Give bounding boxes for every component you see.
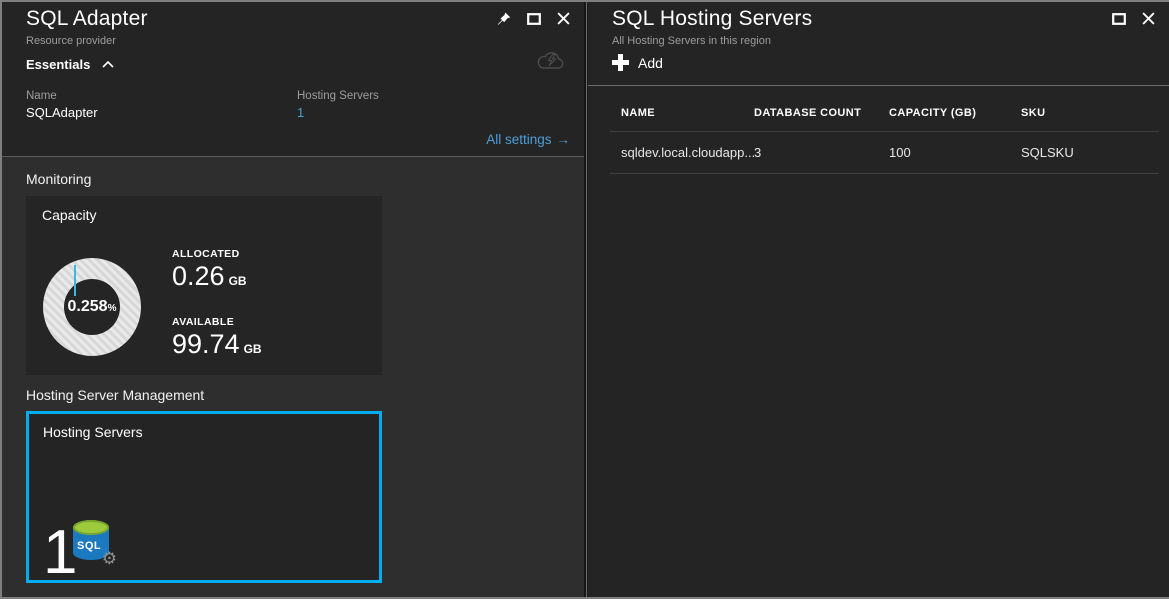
table-row[interactable]: sqldev.local.cloudapp.... 3 100 SQLSKU	[621, 132, 1159, 173]
column-header-sku: SKU	[1021, 102, 1159, 131]
all-settings-link[interactable]: All settings→	[486, 132, 570, 147]
cell-database-count[interactable]: 3	[754, 132, 889, 173]
blade-separator	[584, 2, 587, 597]
blade-title: SQL Hosting Servers	[612, 7, 812, 31]
maximize-icon[interactable]	[1111, 11, 1126, 26]
pin-icon[interactable]	[496, 11, 511, 26]
plus-icon	[612, 54, 629, 71]
blade-subtitle: Resource provider	[26, 35, 116, 47]
hosting-servers-tile[interactable]: Hosting Servers 1 SQL ⚙	[26, 411, 382, 583]
gear-icon: ⚙	[102, 551, 117, 568]
toolbar-divider	[588, 85, 1169, 86]
window-left-border	[0, 0, 2, 599]
table-divider	[610, 173, 1159, 174]
column-header-database-count: DATABASE COUNT	[754, 102, 889, 131]
sql-cylinder-top	[73, 520, 109, 535]
donut-usage-tick	[74, 265, 76, 296]
sql-database-icon: SQL ⚙	[73, 520, 109, 564]
field-label: Name	[26, 90, 98, 102]
field-value-link[interactable]: 1	[297, 105, 379, 120]
sql-hosting-servers-blade: SQL Hosting Servers All Hosting Servers …	[588, 2, 1169, 597]
close-icon[interactable]	[1141, 11, 1156, 26]
hosting-servers-table: NAME DATABASE COUNT CAPACITY (GB) SKU sq…	[621, 102, 1159, 174]
sql-adapter-blade: SQL Adapter Resource provider Essentials…	[2, 2, 584, 597]
cell-sku[interactable]: SQLSKU	[1021, 132, 1159, 173]
blade-subtitle: All Hosting Servers in this region	[612, 35, 771, 47]
allocated-value: 0.26GB	[172, 261, 247, 292]
allocated-metric: ALLOCATED 0.26GB	[172, 248, 247, 292]
field-label: Hosting Servers	[297, 90, 379, 102]
add-button[interactable]: Add	[612, 54, 663, 71]
capacity-tile[interactable]: Capacity 0.258% ALLOCATED 0.26GB AVAILAB…	[26, 196, 382, 375]
cell-server-name[interactable]: sqldev.local.cloudapp....	[621, 132, 754, 173]
available-value: 99.74GB	[172, 329, 262, 360]
close-icon[interactable]	[556, 11, 571, 26]
available-metric: AVAILABLE 99.74GB	[172, 316, 262, 360]
chevron-up-icon	[102, 61, 114, 68]
allocated-label: ALLOCATED	[172, 248, 247, 260]
essentials-field-name: Name SQLAdapter	[26, 90, 98, 120]
sql-icon-label: SQL	[77, 540, 101, 552]
column-header-capacity: CAPACITY (GB)	[889, 102, 1021, 131]
essentials-label: Essentials	[26, 57, 90, 72]
donut-hole: 0.258%	[64, 279, 120, 335]
column-header-name: NAME	[621, 102, 754, 131]
capacity-donut-chart: 0.258%	[43, 258, 141, 356]
essentials-field-hosting-servers: Hosting Servers 1	[297, 90, 379, 120]
cell-capacity[interactable]: 100	[889, 132, 1021, 173]
hosting-tile-title: Hosting Servers	[43, 424, 143, 440]
monitoring-heading: Monitoring	[26, 171, 91, 187]
field-value: SQLAdapter	[26, 105, 98, 120]
window-top-border	[0, 0, 1169, 2]
capacity-tile-title: Capacity	[42, 207, 96, 223]
blade-title: SQL Adapter	[26, 7, 148, 31]
arrow-right-icon: →	[557, 132, 571, 147]
maximize-icon[interactable]	[526, 11, 541, 26]
add-button-label: Add	[638, 55, 663, 71]
table-header-row: NAME DATABASE COUNT CAPACITY (GB) SKU	[621, 102, 1159, 131]
blade-content-area: Monitoring Capacity 0.258% ALLOCATED 0.2…	[2, 157, 584, 597]
cloud-lightning-icon[interactable]	[536, 50, 566, 72]
available-label: AVAILABLE	[172, 316, 262, 328]
hosting-server-management-heading: Hosting Server Management	[26, 387, 204, 403]
essentials-toggle[interactable]: Essentials	[26, 57, 114, 72]
donut-center-value: 0.258%	[68, 298, 117, 316]
